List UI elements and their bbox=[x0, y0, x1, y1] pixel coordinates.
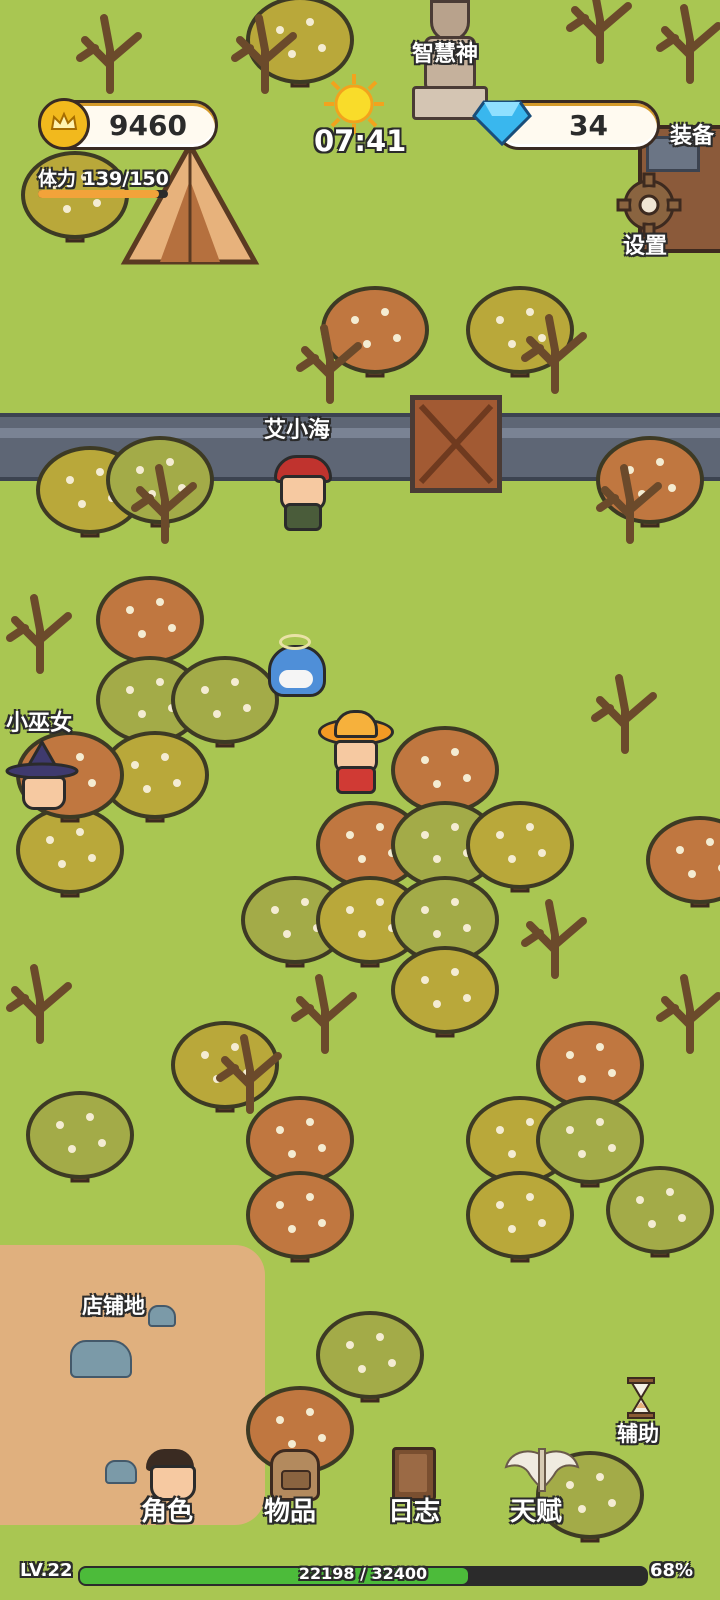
wings-icon bbox=[504, 1448, 580, 1492]
bare-tree bbox=[76, 14, 142, 94]
pet-belly bbox=[279, 670, 313, 688]
npc-pirate[interactable] bbox=[270, 455, 332, 531]
settings-label[interactable]: 设置 bbox=[623, 228, 667, 260]
equipment-button[interactable]: 装备 bbox=[670, 118, 714, 150]
pet-halo bbox=[279, 634, 311, 650]
gem-icon bbox=[472, 100, 532, 147]
menu-talent[interactable]: 天赋 bbox=[500, 1445, 590, 1527]
leafy-tree bbox=[466, 1171, 574, 1263]
shop-area-label: 店铺地 bbox=[82, 1294, 145, 1318]
gem-value: 34 bbox=[569, 109, 608, 142]
leafy-tree bbox=[596, 436, 704, 528]
time-display: 07:41 bbox=[314, 124, 407, 158]
leafy-tree bbox=[646, 816, 720, 908]
bare-tree bbox=[566, 0, 632, 64]
leafy-tree bbox=[171, 656, 279, 748]
stamina-bar-fill bbox=[38, 190, 159, 198]
leafy-tree bbox=[391, 946, 499, 1038]
menu-items-label: 物品 bbox=[264, 1497, 317, 1527]
hourglass-icon[interactable] bbox=[626, 1376, 656, 1420]
leafy-tree bbox=[246, 1171, 354, 1263]
game-world[interactable]: 智慧神 艾小海 小巫女 店铺地 9460 体力 139/150 07:41 34… bbox=[0, 0, 720, 1600]
player-character[interactable] bbox=[318, 710, 394, 794]
menu-items[interactable]: 物品 bbox=[254, 1445, 334, 1527]
assist-label[interactable]: 辅助 bbox=[617, 1418, 659, 1448]
menu-talent-label: 天赋 bbox=[510, 1497, 563, 1527]
menu-journal-label: 日志 bbox=[388, 1497, 441, 1527]
leafy-tree bbox=[96, 576, 204, 668]
leafy-tree bbox=[466, 801, 574, 893]
npc-witch-name: 小巫女 bbox=[6, 711, 73, 736]
bare-tree bbox=[656, 4, 720, 84]
player-body bbox=[336, 766, 376, 794]
bare-tree bbox=[656, 974, 720, 1054]
bare-tree bbox=[521, 899, 587, 979]
coin-icon bbox=[38, 98, 90, 150]
leafy-tree bbox=[316, 1311, 424, 1403]
leafy-tree bbox=[606, 1166, 714, 1258]
leafy-tree bbox=[26, 1091, 134, 1183]
witch-hat bbox=[5, 740, 79, 780]
npc-witch[interactable] bbox=[4, 740, 80, 830]
gold-value: 9460 bbox=[109, 109, 187, 142]
straw-hat-top bbox=[334, 710, 378, 738]
statue-label: 智慧神 bbox=[412, 42, 479, 67]
pirate-body bbox=[284, 503, 322, 531]
ghost-pet[interactable] bbox=[268, 645, 326, 697]
bare-tree bbox=[591, 674, 657, 754]
tent[interactable] bbox=[120, 140, 260, 270]
character-icon bbox=[142, 1449, 198, 1501]
npc-pirate-name: 艾小海 bbox=[264, 418, 331, 443]
stamina-label: 体力 139/150 bbox=[38, 168, 169, 190]
stamina-bar bbox=[38, 190, 168, 198]
xp-percent: 68% bbox=[650, 1560, 694, 1581]
witch-face bbox=[22, 776, 66, 810]
menu-character-label: 角色 bbox=[141, 1497, 194, 1527]
menu-journal[interactable]: 日志 bbox=[380, 1445, 460, 1527]
xp-value: 22198 / 32400 bbox=[298, 1564, 428, 1583]
menu-character[interactable]: 角色 bbox=[130, 1445, 210, 1527]
bare-tree bbox=[6, 594, 72, 674]
player-level: LV.22 bbox=[20, 1560, 73, 1581]
forest bbox=[6, 0, 720, 1543]
xp-bar: 22198 / 32400 bbox=[78, 1564, 648, 1586]
bare-tree bbox=[291, 974, 357, 1054]
bare-tree bbox=[6, 964, 72, 1044]
